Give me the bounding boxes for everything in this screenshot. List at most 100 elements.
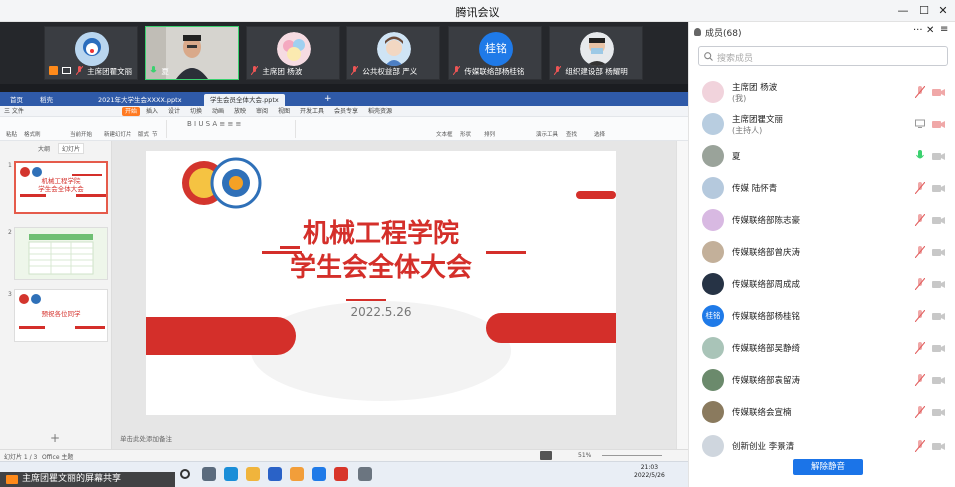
app-icon[interactable] [290,467,304,481]
menu-transition[interactable]: 切换 [190,107,202,116]
mic-on-icon[interactable] [915,150,925,162]
mic-muted-icon[interactable] [915,246,925,258]
member-row[interactable]: 传媒联络部吴静绮 [689,334,955,364]
maximize-button[interactable]: ☐ [914,2,934,20]
camera-off-icon[interactable] [932,343,945,353]
member-row[interactable]: 主席团瞿文丽 (主持人) [689,110,955,140]
slide-thumbnail-3[interactable]: 预祝各位同学 [14,289,108,342]
camera-off-icon[interactable] [932,247,945,257]
member-row[interactable]: 夏 [689,142,955,172]
menu-start[interactable]: 开始 [122,107,141,116]
mic-muted-icon[interactable] [915,310,925,322]
video-tile[interactable]: 主席团 杨波 [246,26,340,80]
camera-off-icon[interactable] [932,279,945,289]
tab-file-2[interactable]: 学生会员全体大会.pptx [204,94,285,106]
camera-off-icon[interactable] [932,87,945,97]
menu-member[interactable]: 会员专享 [334,107,358,116]
wps-icon[interactable] [334,467,348,481]
close-button[interactable]: ✕ [933,2,953,20]
explorer-icon[interactable] [246,467,260,481]
menu-animation[interactable]: 动画 [212,107,224,116]
member-row[interactable]: 传媒联络部周成成 [689,270,955,300]
new-slide-button[interactable]: 新建幻灯片 [104,130,132,138]
video-tile-active[interactable]: 夏 [145,26,239,80]
side-tools-bar[interactable] [676,141,688,449]
camera-off-icon[interactable] [932,215,945,225]
camera-off-icon[interactable] [932,119,945,129]
settings-icon[interactable] [358,467,372,481]
mic-muted-icon[interactable] [915,342,925,354]
zoom-level[interactable]: 51% [578,452,591,459]
video-tile[interactable]: 桂铭 传媒联络部杨桂铭 [448,26,542,80]
textbox-button[interactable]: 文本框 [436,130,453,138]
slide-thumbnail-2[interactable] [14,227,108,280]
meeting-app-icon[interactable] [312,467,326,481]
camera-off-icon[interactable] [932,311,945,321]
font-toolbar[interactable]: B I U S A ≡ ≡ ≡ [166,120,296,138]
menu-devtools[interactable]: 开发工具 [300,107,324,116]
menu-design[interactable]: 设计 [168,107,180,116]
tab-file-1[interactable]: 2021年大学生会XXXX.pptx [92,94,188,106]
format-painter-button[interactable]: 格式刷 [24,130,41,138]
camera-off-icon[interactable] [932,407,945,417]
mic-muted-icon[interactable] [915,374,925,386]
video-tile[interactable]: 公共权益部 严义 [346,26,440,80]
play-icon[interactable] [540,451,552,460]
current-slide[interactable]: 机械工程学院 学生会全体大会 2022.5.26 [146,151,616,415]
slides-tab[interactable]: 幻灯片 [58,143,85,154]
member-row[interactable]: 传媒联络部陈志豪 [689,206,955,236]
camera-off-icon[interactable] [932,151,945,161]
unmute-button[interactable]: 解除静音 [793,459,863,475]
member-search-input[interactable]: 搜索成员 [698,46,948,66]
store-icon[interactable] [268,467,282,481]
tab-daoke[interactable]: 稻壳 [34,94,59,106]
camera-off-icon[interactable] [932,183,945,193]
layout-button[interactable]: 版式 [138,130,149,138]
menu-view[interactable]: 视图 [278,107,290,116]
mic-muted-icon[interactable] [915,214,925,226]
mic-muted-icon[interactable] [915,440,925,452]
close-panel-icon[interactable]: ✕ [926,25,934,36]
presenter-tools-button[interactable]: 演示工具 [536,130,558,138]
menu-slideshow[interactable]: 放映 [234,107,246,116]
outline-tab[interactable]: 大纲 [38,144,50,153]
camera-off-icon[interactable] [932,375,945,385]
menu-icon[interactable]: ≡ [940,24,948,35]
camera-off-icon[interactable] [932,441,945,451]
search-icon[interactable] [180,469,190,479]
slide-thumbnail-1[interactable]: 机械工程学院 学生会全体大会 [14,161,108,214]
menu-review[interactable]: 审阅 [256,107,268,116]
add-slide-button[interactable]: + [50,431,60,445]
screen-share-icon[interactable] [915,118,925,130]
find-button[interactable]: 查找 [566,130,577,138]
more-icon[interactable]: ··· [913,25,923,36]
member-row[interactable]: 主席团 杨波 (我) [689,78,955,108]
menu-insert[interactable]: 插入 [146,107,158,116]
member-row[interactable]: 传媒 陆怀青 [689,174,955,204]
mic-muted-icon[interactable] [915,406,925,418]
mic-muted-icon[interactable] [915,182,925,194]
task-view-icon[interactable] [202,467,216,481]
member-row[interactable]: 传媒联络会宣楠 [689,398,955,428]
shape-button[interactable]: 形状 [460,130,471,138]
paste-button[interactable]: 粘贴 [6,130,17,138]
select-button[interactable]: 选择 [594,130,605,138]
from-current-button[interactable]: 当前开始 [70,130,92,138]
video-tile[interactable]: 组织建设部 杨耀明 [549,26,643,80]
section-button[interactable]: 节 [152,130,158,138]
arrange-button[interactable]: 排列 [484,130,495,138]
member-row[interactable]: 传媒联络部曾庆涛 [689,238,955,268]
new-tab-icon[interactable]: + [318,94,338,106]
notes-placeholder[interactable]: 单击此处添加备注 [120,433,172,443]
member-row[interactable]: 创新创业 李景清 [689,432,955,462]
menu-file[interactable]: 三 文件 [4,107,24,116]
menu-daoke-resources[interactable]: 稻壳资源 [368,107,392,116]
member-row[interactable]: 传媒联络部袁留涛 [689,366,955,396]
mic-muted-icon[interactable] [915,278,925,290]
video-tile[interactable]: 主席团瞿文丽 [44,26,138,80]
member-row[interactable]: 桂铭 传媒联络部杨桂铭 [689,302,955,332]
zoom-slider[interactable] [602,455,662,456]
tab-home[interactable]: 首页 [4,94,29,106]
mic-muted-icon[interactable] [915,86,925,98]
minimize-button[interactable]: — [893,2,913,20]
